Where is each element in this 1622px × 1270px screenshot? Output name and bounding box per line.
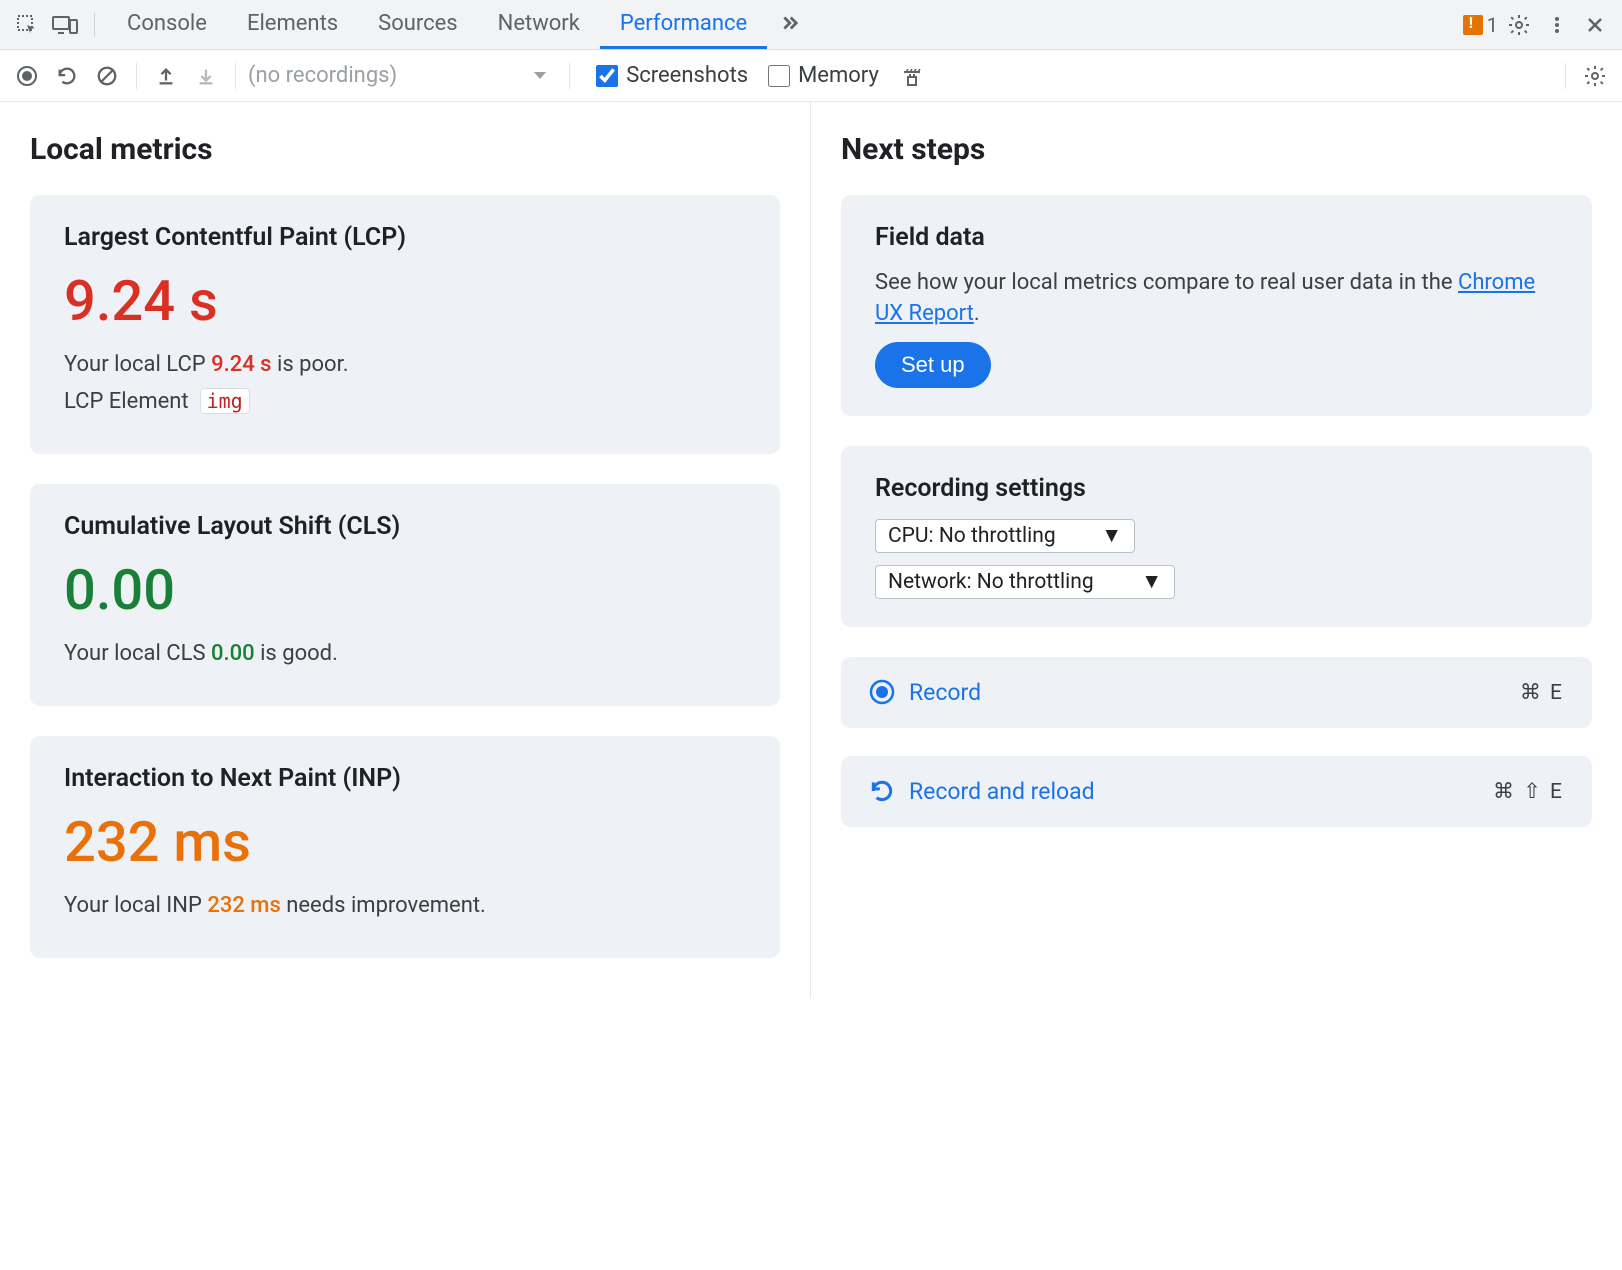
record-label: Record (909, 679, 981, 706)
memory-checkbox[interactable]: Memory (768, 63, 879, 88)
network-throttling-select[interactable]: Network: No throttling ▼ (875, 565, 1175, 599)
cls-summary: Your local CLS 0.00 is good. (64, 641, 746, 666)
separator (94, 13, 95, 37)
inspect-element-icon[interactable] (10, 8, 44, 42)
next-steps-title: Next steps (841, 132, 1592, 167)
cpu-select-value: CPU: No throttling (888, 524, 1056, 548)
lcp-summary: Your local LCP 9.24 s is poor. (64, 352, 746, 377)
screenshots-label: Screenshots (626, 63, 748, 88)
chevron-down-icon: ▼ (1101, 524, 1122, 548)
field-data-description: See how your local metrics compare to re… (875, 268, 1558, 330)
more-icon[interactable] (1540, 8, 1574, 42)
inp-value: 232 ms (64, 809, 746, 875)
separator (136, 63, 137, 89)
record-reload-label: Record and reload (909, 778, 1095, 805)
memory-input[interactable] (768, 65, 790, 87)
record-action[interactable]: Record ⌘ E (841, 657, 1592, 728)
cls-heading: Cumulative Layout Shift (CLS) (64, 512, 746, 541)
close-icon[interactable] (1578, 8, 1612, 42)
tab-sources[interactable]: Sources (358, 0, 478, 49)
record-circle-icon (869, 679, 895, 705)
lcp-element-tag[interactable]: img (200, 388, 250, 414)
tab-elements[interactable]: Elements (227, 0, 358, 49)
lcp-element-row: LCP Element img (64, 389, 746, 414)
separator (1565, 63, 1566, 89)
gc-icon[interactable] (895, 59, 929, 93)
record-reload-shortcut: ⌘ ⇧ E (1493, 779, 1564, 804)
warnings-badge[interactable]: 1 (1463, 13, 1498, 37)
clear-icon[interactable] (90, 59, 124, 93)
recordings-select[interactable]: (no recordings) (248, 63, 557, 88)
warning-icon (1463, 15, 1483, 35)
set-up-button[interactable]: Set up (875, 342, 991, 388)
inp-summary: Your local INP 232 ms needs improvement. (64, 893, 746, 918)
inp-card: Interaction to Next Paint (INP) 232 ms Y… (30, 736, 780, 958)
record-icon[interactable] (10, 59, 44, 93)
lcp-card: Largest Contentful Paint (LCP) 9.24 s Yo… (30, 195, 780, 454)
recordings-label: (no recordings) (248, 63, 397, 88)
lcp-value: 9.24 s (64, 268, 746, 334)
screenshots-checkbox[interactable]: Screenshots (596, 63, 748, 88)
devtools-tabbar: Console Elements Sources Network Perform… (0, 0, 1622, 50)
next-steps-column: Next steps Field data See how your local… (811, 102, 1622, 998)
reload-icon[interactable] (50, 59, 84, 93)
tab-performance[interactable]: Performance (600, 0, 767, 49)
recording-settings-heading: Recording settings (875, 474, 1558, 503)
device-toggle-icon[interactable] (48, 8, 82, 42)
field-data-card: Field data See how your local metrics co… (841, 195, 1592, 416)
record-reload-action[interactable]: Record and reload ⌘ ⇧ E (841, 756, 1592, 827)
inp-heading: Interaction to Next Paint (INP) (64, 764, 746, 793)
screenshots-input[interactable] (596, 65, 618, 87)
lcp-heading: Largest Contentful Paint (LCP) (64, 223, 746, 252)
cls-value: 0.00 (64, 557, 746, 623)
cls-card: Cumulative Layout Shift (CLS) 0.00 Your … (30, 484, 780, 706)
main-content: Local metrics Largest Contentful Paint (… (0, 102, 1622, 998)
panel-tabs: Console Elements Sources Network Perform… (107, 0, 809, 49)
download-icon[interactable] (189, 59, 223, 93)
local-metrics-column: Local metrics Largest Contentful Paint (… (0, 102, 811, 998)
tabs-overflow-icon[interactable] (767, 0, 809, 49)
panel-settings-icon[interactable] (1578, 59, 1612, 93)
warnings-count: 1 (1487, 13, 1498, 37)
memory-label: Memory (798, 63, 879, 88)
settings-icon[interactable] (1502, 8, 1536, 42)
cpu-throttling-select[interactable]: CPU: No throttling ▼ (875, 519, 1135, 553)
performance-toolbar: (no recordings) Screenshots Memory (0, 50, 1622, 102)
field-data-heading: Field data (875, 223, 1558, 252)
record-shortcut: ⌘ E (1520, 680, 1564, 705)
lcp-element-label: LCP Element (64, 389, 189, 414)
tab-network[interactable]: Network (478, 0, 600, 49)
reload-arrow-icon (869, 778, 895, 804)
recording-settings-card: Recording settings CPU: No throttling ▼ … (841, 446, 1592, 627)
tab-console[interactable]: Console (107, 0, 227, 49)
separator (235, 63, 236, 89)
chevron-down-icon (533, 71, 547, 81)
local-metrics-title: Local metrics (30, 132, 780, 167)
network-select-value: Network: No throttling (888, 570, 1094, 594)
upload-icon[interactable] (149, 59, 183, 93)
chevron-down-icon: ▼ (1141, 570, 1162, 594)
separator (569, 63, 570, 89)
